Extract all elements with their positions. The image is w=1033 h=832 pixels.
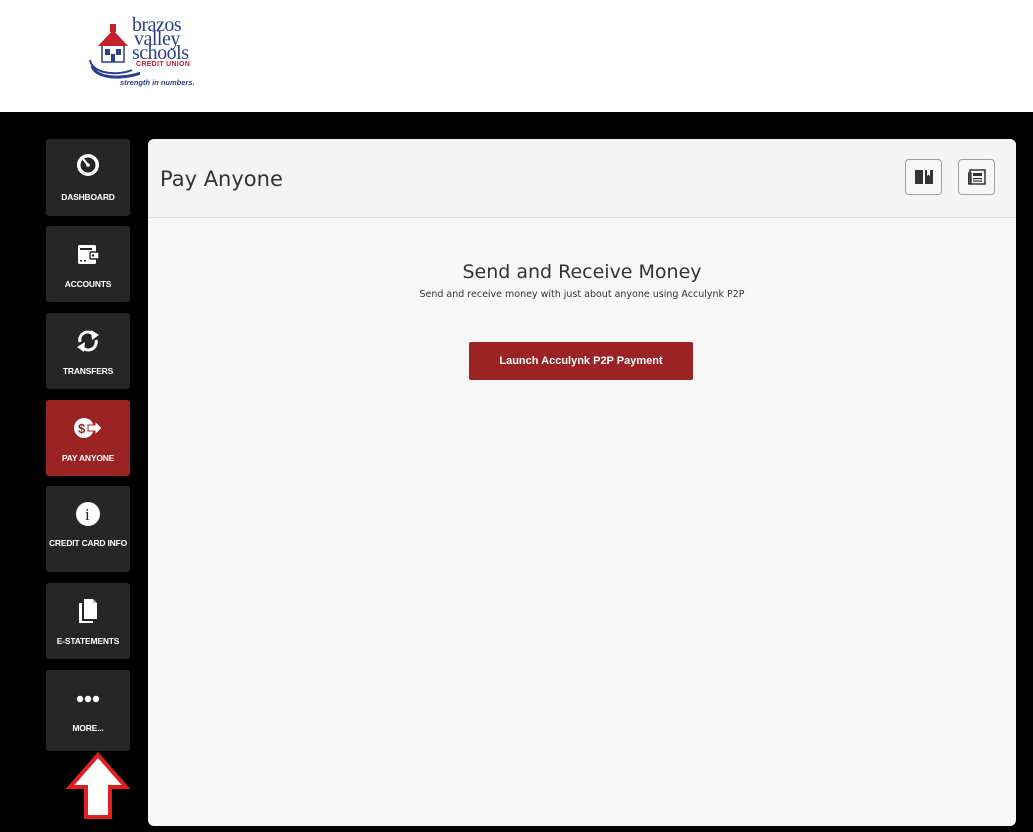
panel-header: Pay Anyone	[148, 139, 1016, 218]
sidebar-item-pay-anyone[interactable]: $ PAY ANYONE	[46, 400, 130, 476]
sidebar-item-transfers[interactable]: TRANSFERS	[46, 313, 130, 389]
content-subheading: Send and receive money with just about a…	[419, 289, 745, 300]
sidebar-item-label: MORE...	[72, 723, 104, 733]
newspaper-icon	[967, 169, 986, 185]
sidebar-item-credit-card-info[interactable]: i CREDIT CARD INFO	[46, 486, 130, 572]
brand-tagline: strength in numbers.	[120, 78, 195, 87]
header: brazos valley schools CREDIT UNION stren…	[0, 0, 1033, 112]
brand-credit-union: CREDIT UNION	[136, 61, 191, 68]
sidebar-item-label: TRANSFERS	[62, 366, 114, 376]
up-arrow-annotation-icon	[66, 751, 130, 819]
more-dots-icon	[46, 685, 130, 713]
book-button[interactable]	[905, 159, 942, 195]
svg-text:i: i	[85, 505, 90, 524]
sidebar-item-e-statements[interactable]: E-STATEMENTS	[46, 583, 130, 659]
sidebar-item-label: CREDIT CARD INFO	[48, 538, 128, 548]
dollar-send-icon: $	[46, 414, 130, 442]
brand-logo[interactable]: brazos valley schools CREDIT UNION stren…	[88, 14, 218, 96]
sidebar-item-label: PAY ANYONE	[61, 453, 115, 463]
svg-text:$: $	[78, 421, 86, 436]
info-icon: i	[46, 500, 130, 528]
sidebar-item-label: DASHBOARD	[61, 192, 115, 202]
document-icon	[46, 597, 130, 625]
wallet-icon	[46, 240, 130, 268]
newspaper-button[interactable]	[958, 159, 995, 195]
sidebar-item-dashboard[interactable]: DASHBOARD	[46, 139, 130, 216]
sidebar-item-accounts[interactable]: ACCOUNTS	[46, 226, 130, 302]
content-heading: Send and Receive Money	[462, 261, 702, 283]
page-title: Pay Anyone	[160, 167, 283, 191]
transfer-arrows-icon	[46, 327, 130, 355]
main-panel: Pay Anyone Send and Receive Money Send a…	[148, 139, 1016, 826]
sidebar-item-more[interactable]: MORE...	[46, 670, 130, 751]
speedometer-icon	[46, 151, 130, 179]
launch-acculynk-button[interactable]: Launch Acculynk P2P Payment	[469, 342, 693, 380]
sidebar-item-label: ACCOUNTS	[64, 279, 112, 289]
sidebar-item-label: E-STATEMENTS	[56, 636, 120, 646]
book-icon	[914, 170, 933, 184]
